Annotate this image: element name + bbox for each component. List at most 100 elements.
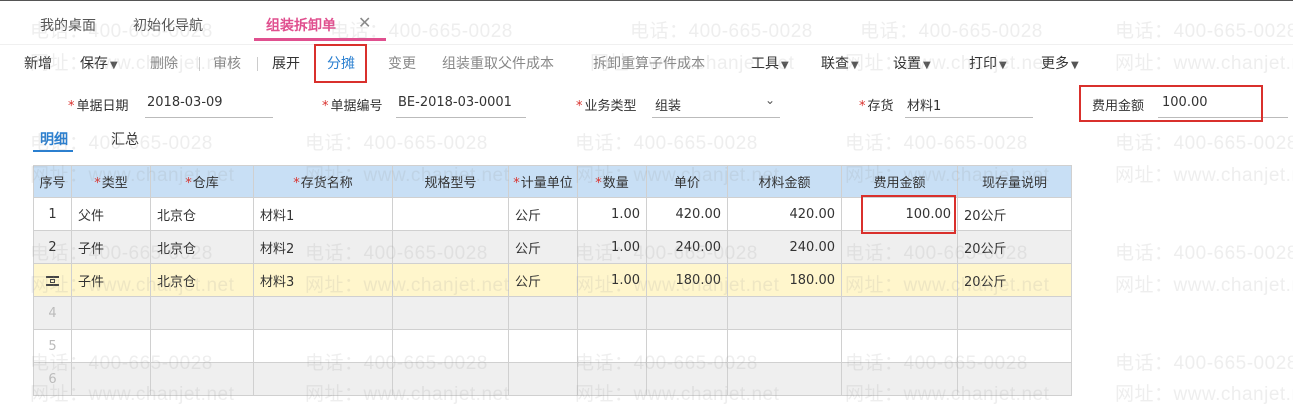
cell-material-amount[interactable] xyxy=(727,329,842,363)
cell-fee-amount[interactable] xyxy=(841,296,958,330)
cell-type[interactable] xyxy=(71,329,151,363)
cell-price[interactable] xyxy=(646,296,728,330)
cell-type[interactable] xyxy=(71,296,151,330)
cell-inventory-name[interactable] xyxy=(253,296,393,330)
link-query-menu[interactable]: 联查 ▼ xyxy=(821,53,859,73)
tools-menu[interactable]: 工具 ▼ xyxy=(751,53,789,73)
tab-my-desktop[interactable]: 我的桌面 xyxy=(40,15,96,35)
cell-unit[interactable] xyxy=(508,296,578,330)
row-insert-handle[interactable] xyxy=(33,263,72,297)
cell-spec[interactable] xyxy=(392,362,509,396)
cell-stock-note: 20公斤 xyxy=(957,197,1072,231)
more-label: 更多 xyxy=(1041,56,1069,72)
tab-init-guide[interactable]: 初始化导航 xyxy=(133,15,203,35)
date-field-underline xyxy=(145,117,273,118)
change-button[interactable]: 变更 xyxy=(388,53,416,73)
cell-type[interactable]: 子件 xyxy=(71,230,151,264)
cell-type[interactable] xyxy=(71,362,151,396)
cell-warehouse[interactable]: 北京仓 xyxy=(150,197,254,231)
cell-qty[interactable]: 1.00 xyxy=(577,197,647,231)
delete-button[interactable]: 删除 xyxy=(150,53,178,73)
cell-inventory-name[interactable] xyxy=(253,362,393,396)
cell-material-amount[interactable] xyxy=(727,362,842,396)
cell-material-amount[interactable]: 240.00 xyxy=(727,230,842,264)
cell-inventory-name[interactable]: 材料2 xyxy=(253,230,393,264)
expand-button[interactable]: 展开 xyxy=(272,53,300,73)
cell-unit[interactable]: 公斤 xyxy=(508,263,578,297)
cell-spec[interactable] xyxy=(392,329,509,363)
tab-detail[interactable]: 明细 xyxy=(40,129,68,149)
cell-stock-note: 20公斤 xyxy=(957,230,1072,264)
cell-warehouse[interactable] xyxy=(150,296,254,330)
cell-fee-amount[interactable] xyxy=(841,362,958,396)
save-button[interactable]: 保存 ▼ xyxy=(80,53,118,73)
close-tab-icon[interactable]: ✕ xyxy=(358,13,371,32)
cell-stock-note xyxy=(957,329,1072,363)
cell-spec[interactable] xyxy=(392,263,509,297)
watermark-phone: 电话：400-665-0028 xyxy=(305,133,488,154)
settings-menu[interactable]: 设置 ▼ xyxy=(893,53,931,73)
cell-warehouse[interactable] xyxy=(150,362,254,396)
cell-type[interactable]: 父件 xyxy=(71,197,151,231)
date-field[interactable]: 2018-03-09 xyxy=(147,95,223,110)
cell-unit[interactable]: 公斤 xyxy=(508,230,578,264)
insert-row-icon[interactable] xyxy=(46,274,59,287)
cell-unit[interactable] xyxy=(508,329,578,363)
cell-inventory-name[interactable]: 材料3 xyxy=(253,263,393,297)
cell-qty[interactable] xyxy=(577,329,647,363)
cell-qty[interactable]: 1.00 xyxy=(577,230,647,264)
table-row[interactable]: 5 xyxy=(33,329,1072,363)
tab-summary[interactable]: 汇总 xyxy=(111,129,139,149)
inventory-label: * 存货 xyxy=(859,95,894,114)
cell-price[interactable]: 180.00 xyxy=(646,263,728,297)
cell-spec[interactable] xyxy=(392,296,509,330)
cell-unit[interactable] xyxy=(508,362,578,396)
more-menu[interactable]: 更多 ▼ xyxy=(1041,53,1079,73)
audit-button[interactable]: 审核 xyxy=(213,53,241,73)
cell-spec[interactable] xyxy=(392,197,509,231)
cell-price[interactable]: 240.00 xyxy=(646,230,728,264)
cell-unit[interactable]: 公斤 xyxy=(508,197,578,231)
cell-type[interactable]: 子件 xyxy=(71,263,151,297)
cell-fee-amount[interactable] xyxy=(841,263,958,297)
chevron-down-icon: ▼ xyxy=(1071,60,1079,71)
cell-qty[interactable] xyxy=(577,362,647,396)
fee-cell-highlight-box xyxy=(861,195,956,234)
cell-stock-note: 20公斤 xyxy=(957,263,1072,297)
cell-inventory-name[interactable] xyxy=(253,329,393,363)
cell-spec[interactable] xyxy=(392,230,509,264)
table-row[interactable]: 2 子件 北京仓 材料2 公斤 1.00 240.00 240.00 20公斤 xyxy=(33,230,1072,264)
cell-fee-amount[interactable] xyxy=(841,230,958,264)
tools-label: 工具 xyxy=(751,56,779,72)
table-row[interactable]: 6 xyxy=(33,362,1072,396)
cell-warehouse[interactable] xyxy=(150,329,254,363)
cell-qty[interactable] xyxy=(577,296,647,330)
number-field[interactable]: BE-2018-03-0001 xyxy=(398,95,512,110)
chevron-down-icon[interactable]: ⌄ xyxy=(765,93,775,107)
detail-tab-indicator xyxy=(33,150,73,152)
recalc-child-cost-button[interactable]: 拆卸重算子件成本 xyxy=(593,53,705,73)
table-row[interactable]: 4 xyxy=(33,296,1072,330)
inventory-field[interactable]: 材料1 xyxy=(907,95,941,114)
cell-fee-amount[interactable] xyxy=(841,329,958,363)
regather-parent-cost-button[interactable]: 组装重取父件成本 xyxy=(442,53,554,73)
tab-assembly-order[interactable]: 组装拆卸单 xyxy=(266,15,336,35)
print-menu[interactable]: 打印 ▼ xyxy=(969,53,1007,73)
cell-warehouse[interactable]: 北京仓 xyxy=(150,230,254,264)
cell-price[interactable]: 420.00 xyxy=(646,197,728,231)
required-marker: * xyxy=(595,176,602,191)
cell-material-amount[interactable] xyxy=(727,296,842,330)
cell-material-amount[interactable]: 420.00 xyxy=(727,197,842,231)
new-button[interactable]: 新增 xyxy=(24,53,52,73)
cell-warehouse[interactable]: 北京仓 xyxy=(150,263,254,297)
cell-qty[interactable]: 1.00 xyxy=(577,263,647,297)
biztype-select[interactable]: 组装 xyxy=(655,95,681,114)
cell-inventory-name[interactable]: 材料1 xyxy=(253,197,393,231)
fee-highlight-box xyxy=(1079,85,1263,122)
cell-price[interactable] xyxy=(646,362,728,396)
table-row-selected[interactable]: 子件 北京仓 材料3 公斤 1.00 180.00 180.00 20公斤 xyxy=(33,263,1072,297)
required-marker: * xyxy=(94,176,101,191)
cell-price[interactable] xyxy=(646,329,728,363)
col-inventory-name-label: 存货名称 xyxy=(300,176,353,191)
cell-material-amount[interactable]: 180.00 xyxy=(727,263,842,297)
